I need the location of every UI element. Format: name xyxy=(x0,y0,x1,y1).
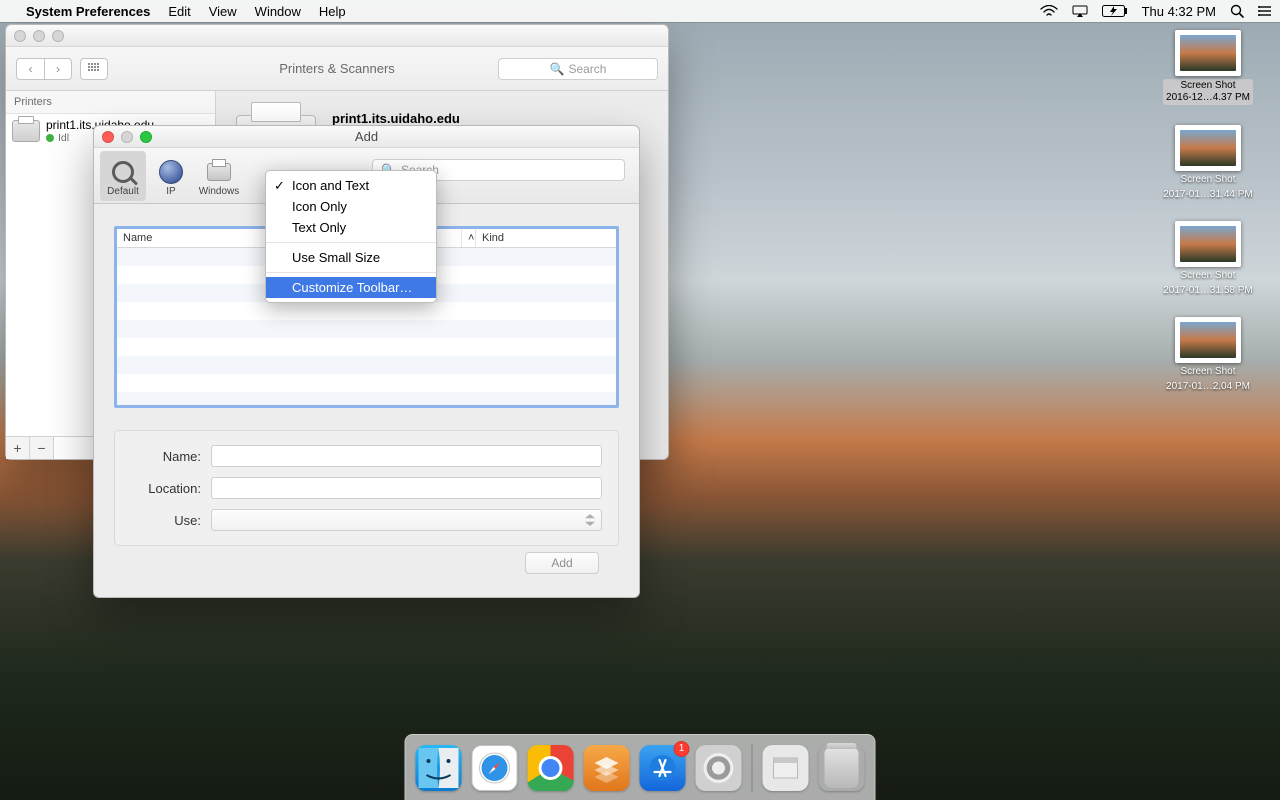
printer-icon xyxy=(12,120,40,142)
toolbar-default[interactable]: Default xyxy=(100,151,146,201)
dock-sysprefs-icon[interactable] xyxy=(696,745,742,791)
printer-form: Name: Location: Use: xyxy=(114,430,619,546)
name-input[interactable] xyxy=(211,445,602,467)
window-title: Add xyxy=(355,129,378,144)
toolbar-context-menu: Icon and Text Icon Only Text Only Use Sm… xyxy=(265,170,437,303)
menu-separator xyxy=(266,272,436,273)
dock: 1 xyxy=(405,734,876,800)
spotlight-icon[interactable] xyxy=(1230,4,1244,18)
prefs-toolbar: ‹ › Printers & Scanners 🔍 Search xyxy=(6,47,668,91)
screenshot-thumbnail-icon xyxy=(1175,125,1241,171)
name-label: Name: xyxy=(131,449,201,464)
forward-button[interactable]: › xyxy=(44,58,72,80)
toolbar-ip[interactable]: IP xyxy=(148,151,194,201)
close-traffic-light[interactable] xyxy=(14,30,26,42)
dock-downloads-icon[interactable] xyxy=(763,745,809,791)
menu-icon-only[interactable]: Icon Only xyxy=(266,196,436,217)
dock-badge: 1 xyxy=(674,741,690,757)
desktop-file[interactable]: Screen Shot2016-12…4.37 PM xyxy=(1148,30,1268,105)
use-select[interactable] xyxy=(211,509,602,531)
zoom-traffic-light[interactable] xyxy=(140,131,152,143)
toolbar-windows[interactable]: Windows xyxy=(196,151,242,201)
menu-icon-and-text[interactable]: Icon and Text xyxy=(266,175,436,196)
sort-indicator-icon[interactable]: ˄ xyxy=(462,229,476,247)
window-titlebar[interactable] xyxy=(6,25,668,47)
notification-center-icon[interactable] xyxy=(1258,5,1272,17)
column-kind[interactable]: Kind xyxy=(476,229,616,247)
back-button[interactable]: ‹ xyxy=(16,58,44,80)
window-titlebar[interactable]: Add xyxy=(94,126,639,148)
screenshot-thumbnail-icon xyxy=(1175,317,1241,363)
add-printer-button[interactable]: + xyxy=(6,437,30,459)
magnifier-icon xyxy=(112,161,134,183)
sidebar-header: Printers xyxy=(6,91,215,114)
zoom-traffic-light[interactable] xyxy=(52,30,64,42)
menu-customize-toolbar[interactable]: Customize Toolbar… xyxy=(266,277,436,298)
dock-trash-icon[interactable] xyxy=(819,745,865,791)
globe-icon xyxy=(159,160,183,184)
add-button[interactable]: Add xyxy=(525,552,599,574)
menubar-app[interactable]: System Preferences xyxy=(26,4,150,19)
dock-chrome-icon[interactable] xyxy=(528,745,574,791)
location-label: Location: xyxy=(131,481,201,496)
dock-separator xyxy=(752,744,753,792)
desktop-file[interactable]: Screen Shot2017-01…31.44 PM xyxy=(1148,125,1268,201)
show-all-button[interactable] xyxy=(80,58,108,80)
menubar-item-window[interactable]: Window xyxy=(255,4,301,19)
airplay-icon[interactable] xyxy=(1072,5,1088,17)
menubar-clock[interactable]: Thu 4:32 PM xyxy=(1142,4,1216,19)
screenshot-thumbnail-icon xyxy=(1175,221,1241,267)
dock-app-icon[interactable] xyxy=(584,745,630,791)
menubar-item-help[interactable]: Help xyxy=(319,4,346,19)
desktop-icons: Screen Shot2016-12…4.37 PM Screen Shot20… xyxy=(1148,30,1268,393)
printer-icon xyxy=(207,163,231,181)
location-input[interactable] xyxy=(211,477,602,499)
menubar-item-edit[interactable]: Edit xyxy=(168,4,190,19)
remove-printer-button[interactable]: − xyxy=(30,437,54,459)
screenshot-thumbnail-icon xyxy=(1175,30,1241,76)
search-icon: 🔍 xyxy=(550,62,565,76)
desktop-file[interactable]: Screen Shot2017-01…31.58 PM xyxy=(1148,221,1268,297)
status-dot-icon xyxy=(46,134,54,142)
desktop-file[interactable]: Screen Shot2017-01…2.04 PM xyxy=(1148,317,1268,393)
battery-icon[interactable] xyxy=(1102,5,1128,17)
menubar: System Preferences Edit View Window Help… xyxy=(0,0,1280,22)
dock-finder-icon[interactable] xyxy=(416,745,462,791)
menubar-item-view[interactable]: View xyxy=(209,4,237,19)
menu-text-only[interactable]: Text Only xyxy=(266,217,436,238)
close-traffic-light[interactable] xyxy=(102,131,114,143)
menu-separator xyxy=(266,242,436,243)
menu-use-small-size[interactable]: Use Small Size xyxy=(266,247,436,268)
minimize-traffic-light[interactable] xyxy=(33,30,45,42)
wifi-icon[interactable] xyxy=(1040,5,1058,17)
prefs-search-field[interactable]: 🔍 Search xyxy=(498,58,658,80)
dock-safari-icon[interactable] xyxy=(472,745,518,791)
use-label: Use: xyxy=(131,513,201,528)
gear-icon xyxy=(704,753,734,783)
minimize-traffic-light[interactable] xyxy=(121,131,133,143)
trash-icon xyxy=(825,748,859,788)
